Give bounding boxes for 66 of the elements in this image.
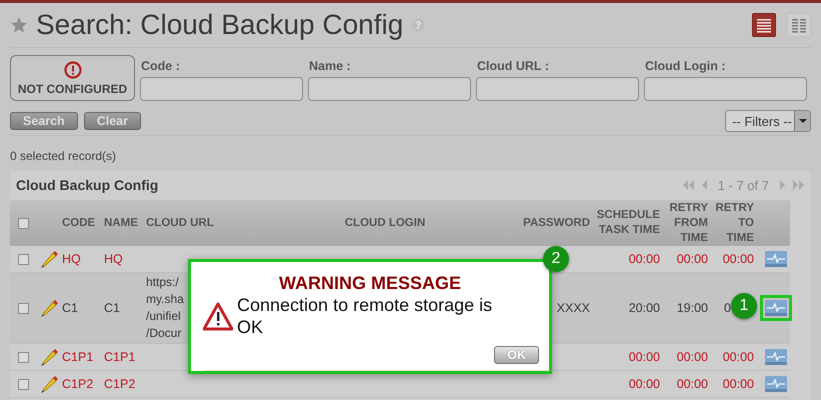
field-label: Cloud URL : <box>476 59 550 73</box>
pencil-icon[interactable] <box>40 374 59 394</box>
alert-icon <box>64 60 82 78</box>
column-header: SCHEDULE TASK TIME <box>594 200 664 246</box>
ok-button[interactable]: OK <box>494 346 539 364</box>
field-label: Name : <box>308 59 352 73</box>
pager-text: 1 - 7 of 7 <box>718 178 769 192</box>
table-cell: C1 <box>102 272 144 344</box>
row-checkbox[interactable] <box>18 254 29 264</box>
list-view-button[interactable] <box>752 13 776 37</box>
field-label: Code : <box>140 59 181 73</box>
column-header: CLOUD URL <box>144 200 300 246</box>
search-field[interactable] <box>140 77 303 101</box>
table-cell: 00:00 <box>664 344 712 370</box>
last-page-icon[interactable] <box>793 180 805 190</box>
row-checkbox[interactable] <box>18 302 29 314</box>
table-cell: 00:00 <box>594 344 664 370</box>
chart-icon <box>765 349 787 365</box>
table-cell: C1P1 <box>60 344 102 370</box>
search-field[interactable] <box>644 77 807 101</box>
chart-icon <box>765 300 787 316</box>
column-header: RETRY TO TIME <box>712 200 758 246</box>
column-header: NAME <box>102 200 144 246</box>
column-header: RETRY FROM TIME <box>664 200 712 246</box>
star-icon[interactable] <box>10 16 28 34</box>
table-cell: 00:00 <box>594 370 664 398</box>
table-cell: C1 <box>60 272 102 344</box>
table-cell: C1P1 <box>102 344 144 370</box>
caret-icon <box>798 119 806 123</box>
search-field[interactable] <box>476 77 639 101</box>
dialog-title: WARNING MESSAGE <box>278 273 462 293</box>
page-title: Search: Cloud Backup Config <box>36 9 404 41</box>
table-cell: C1P2 <box>60 370 102 398</box>
table-title: Cloud Backup Config <box>16 177 158 193</box>
table-cell: 19:00 <box>664 272 712 344</box>
pencil-icon[interactable] <box>40 298 59 318</box>
list-icon <box>756 18 772 32</box>
first-page-icon[interactable] <box>682 180 694 190</box>
search-button[interactable]: Search <box>10 112 78 130</box>
table-cell: C1P2 <box>102 370 144 398</box>
table-cell: 00:00 <box>664 370 712 398</box>
filters-dropdown[interactable]: -- Filters -- <box>725 110 811 132</box>
table-cell: 20:00 <box>594 272 664 344</box>
column-header: CLOUD LOGIN <box>300 200 470 246</box>
table-cell: 00:00 <box>712 370 758 398</box>
clear-button[interactable]: Clear <box>84 112 141 130</box>
column-header: PASSWORD <box>470 200 594 246</box>
grid-view-button[interactable] <box>787 13 811 37</box>
row-checkbox[interactable] <box>18 352 29 362</box>
grid-icon <box>791 18 807 32</box>
table-cell: 00:00 <box>712 344 758 370</box>
table-cell: https:/ my.sha /unifiel /Docur <box>146 274 184 342</box>
search-field[interactable] <box>308 77 471 101</box>
row-checkbox[interactable] <box>18 378 29 390</box>
warning-icon <box>203 302 233 330</box>
field-label: Cloud Login : <box>644 59 727 73</box>
help-icon[interactable] <box>411 18 426 32</box>
column-header: CODE <box>60 200 102 246</box>
selection-count: 0 selected record(s) <box>10 149 118 163</box>
pencil-icon[interactable] <box>40 249 59 269</box>
chart-icon <box>765 251 787 267</box>
pencil-icon[interactable] <box>40 347 59 367</box>
select-all-checkbox[interactable] <box>18 218 29 228</box>
chart-icon <box>765 376 787 392</box>
chart-button[interactable] <box>760 295 792 321</box>
status-indicator: NOT CONFIGURED <box>10 55 135 101</box>
